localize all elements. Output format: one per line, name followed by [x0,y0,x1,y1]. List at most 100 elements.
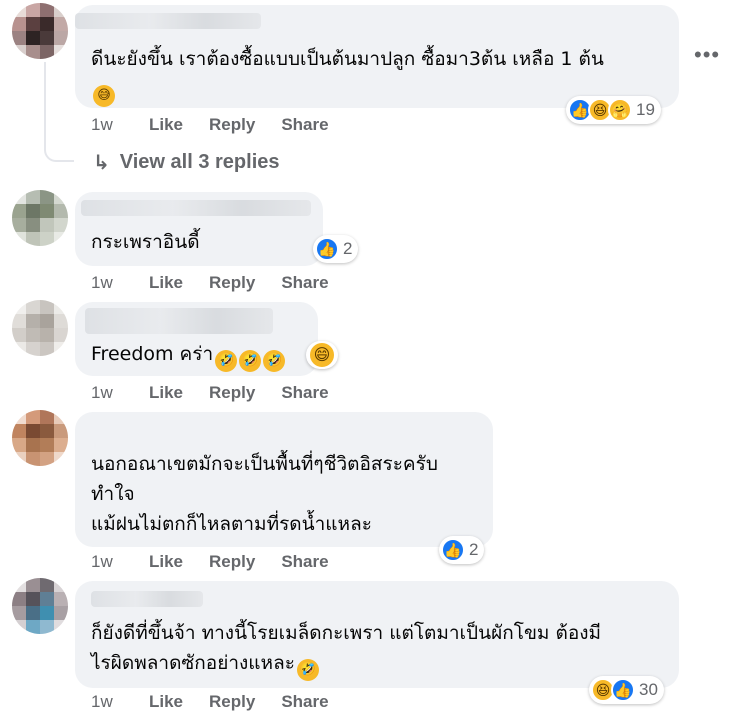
share-button[interactable]: Share [281,115,328,135]
avatar-pixel [12,452,26,466]
rofl-emoji: 🤣 [215,350,238,372]
avatar-pixel [54,606,68,620]
share-button[interactable]: Share [281,273,328,293]
avatar-pixel [12,592,26,606]
avatar-pixel [40,578,54,592]
avatar-pixel [26,218,40,232]
avatar-pixel [26,232,40,246]
comment-text: แม้ฝนไม่ตกก็ไหลตามที่รดน้ำแหละ [91,513,372,535]
like-icon: 👍 [441,538,465,562]
avatar-pixel [26,438,40,452]
comment-text: Freedom คร่า 🤣 🤣 🤣 [91,340,286,372]
reaction-summary[interactable]: 😆 👍 30 [589,676,664,704]
avatar-pixel [12,204,26,218]
avatar[interactable] [12,410,68,466]
comment-timestamp[interactable]: 1w [91,115,149,135]
avatar-pixel [40,410,54,424]
avatar-pixel [54,578,68,592]
avatar-pixel [54,190,68,204]
comment-timestamp[interactable]: 1w [91,273,149,293]
sweat-smile-emoji: 😅 [93,85,115,107]
avatar-pixel [54,438,68,452]
like-icon: 👍 [315,237,339,261]
avatar-pixel [12,438,26,452]
reply-button[interactable]: Reply [209,383,255,403]
avatar-pixel [54,620,68,634]
avatar-pixel [12,300,26,314]
reply-button[interactable]: Reply [209,115,255,135]
avatar-pixel [54,232,68,246]
avatar-pixel [40,190,54,204]
comment-bubble: นอกอณาเขตมักจะเป็นพื้นที่ๆชีวิตอิสระครับ… [75,412,493,547]
comment-actions: 1w Like Reply Share [91,115,355,135]
avatar[interactable] [12,3,68,59]
comment-text: กระเพราอินดี้ [91,231,200,253]
comment-text: ก็ยังดีที่ขึ้นจ้า ทางนี้โรยเมล็ดกะเพรา แ… [91,622,602,644]
avatar-pixel [40,31,54,45]
avatar-pixel [54,31,68,45]
avatar-pixel [54,45,68,59]
reaction-summary[interactable]: 👍 2 [313,235,359,263]
share-button[interactable]: Share [281,383,328,403]
comment-actions: 1w Like Reply Share [91,552,355,572]
avatar-pixel [54,218,68,232]
commenter-name-redacted[interactable] [91,591,203,607]
avatar-pixel [26,606,40,620]
avatar-pixel [26,314,40,328]
reaction-summary[interactable]: 👍 2 [439,536,485,564]
avatar[interactable] [12,578,68,634]
avatar-pixel [26,342,40,356]
avatar-pixel [26,592,40,606]
avatar-pixel [40,314,54,328]
rofl-emoji: 🤣 [263,350,286,372]
avatar-pixel [40,3,54,17]
view-replies-link[interactable]: ↳ View all 3 replies [93,150,280,175]
avatar-pixel [12,218,26,232]
like-button[interactable]: Like [149,692,183,712]
avatar[interactable] [12,190,68,246]
avatar-pixel [54,17,68,31]
like-button[interactable]: Like [149,273,183,293]
reply-button[interactable]: Reply [209,692,255,712]
comment-timestamp[interactable]: 1w [91,383,149,403]
like-button[interactable]: Like [149,552,183,572]
like-button[interactable]: Like [149,383,183,403]
avatar-pixel [12,342,26,356]
avatar[interactable] [12,300,68,356]
share-button[interactable]: Share [281,692,328,712]
rofl-emoji: 🤣 [296,659,319,681]
like-button[interactable]: Like [149,115,183,135]
reaction-summary[interactable]: 👍 😆 🤗 19 [566,96,661,124]
reply-button[interactable]: Reply [209,273,255,293]
more-options-icon[interactable]: ••• [694,42,720,68]
avatar-pixel [40,452,54,466]
view-replies-label: View all 3 replies [119,151,280,173]
commenter-name-redacted[interactable] [81,200,311,216]
reply-button[interactable]: Reply [209,552,255,572]
avatar-pixel [54,204,68,218]
avatar-pixel [40,300,54,314]
commenter-name-redacted[interactable] [85,308,273,334]
comment-timestamp[interactable]: 1w [91,692,149,712]
avatar-pixel [40,328,54,342]
comment-emoji: 😅 [91,75,115,107]
avatar-pixel [40,620,54,634]
comment-text-label: ไรผิดพลาดซักอย่างแหละ [91,652,295,674]
reply-arrow-icon: ↳ [93,152,110,174]
commenter-name-redacted[interactable] [75,13,261,29]
share-button[interactable]: Share [281,552,328,572]
comment-timestamp[interactable]: 1w [91,552,149,572]
comment-actions: 1w Like Reply Share [91,383,355,403]
avatar-pixel [54,342,68,356]
reaction-summary[interactable]: 😄 [306,341,338,369]
care-icon: 🤗 [608,98,632,122]
reaction-count: 2 [343,239,353,258]
comment-bubble: Freedom คร่า 🤣 🤣 🤣 [75,302,318,376]
rofl-emoji: 🤣 [239,350,262,372]
avatar-pixel [12,620,26,634]
avatar-pixel [26,300,40,314]
avatar-pixel [40,45,54,59]
avatar-pixel [26,204,40,218]
avatar-pixel [54,300,68,314]
avatar-pixel [26,578,40,592]
